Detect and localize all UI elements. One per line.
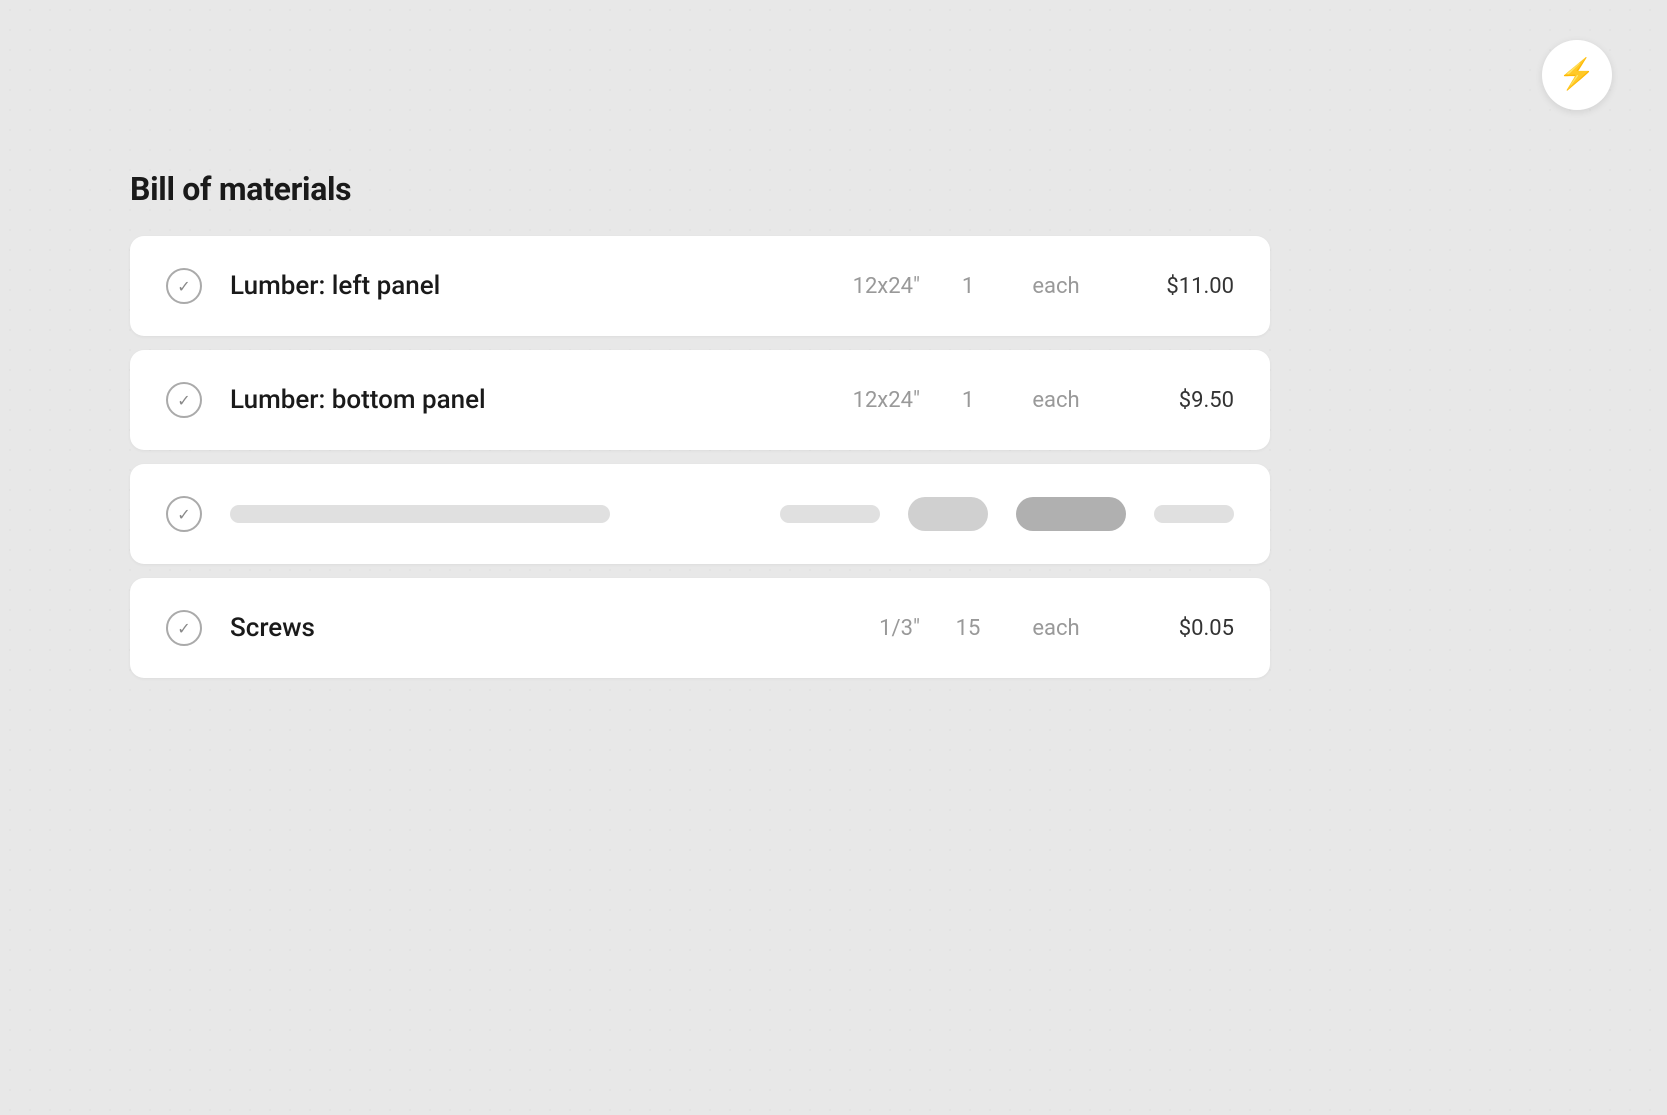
main-container: Bill of materials ✓ Lumber: left panel 1… [130,170,1270,678]
lightning-button[interactable]: ⚡ [1542,40,1612,110]
item-unit-4: each [1016,616,1096,641]
check-icon-4[interactable]: ✓ [166,610,202,646]
skeleton-name [230,505,610,523]
skeleton-content [230,497,1234,531]
table-row: ✓ Lumber: bottom panel 12x24" 1 each $9.… [130,350,1270,450]
item-name-4: Screws [230,613,782,643]
table-row: ✓ Lumber: left panel 12x24" 1 each $11.0… [130,236,1270,336]
item-price-4: $0.05 [1124,616,1234,641]
materials-list: ✓ Lumber: left panel 12x24" 1 each $11.0… [130,236,1270,678]
checkmark-2: ✓ [177,391,190,410]
item-price-1: $11.00 [1124,274,1234,299]
checkmark-1: ✓ [177,277,190,296]
checkmark-4: ✓ [177,619,190,638]
item-size-2: 12x24" [810,388,920,413]
skeleton-unit [1016,497,1126,531]
item-name-2: Lumber: bottom panel [230,385,782,415]
skeleton-qty [908,497,988,531]
item-name-1: Lumber: left panel [230,271,782,301]
table-row: ✓ Screws 1/3" 15 each $0.05 [130,578,1270,678]
check-icon-3[interactable]: ✓ [166,496,202,532]
item-qty-2: 1 [948,388,988,413]
page-title: Bill of materials [130,170,1270,208]
skeleton-price [1154,505,1234,523]
item-unit-2: each [1016,388,1096,413]
check-icon-1[interactable]: ✓ [166,268,202,304]
check-icon-2[interactable]: ✓ [166,382,202,418]
checkmark-3: ✓ [177,505,190,524]
item-qty-1: 1 [948,274,988,299]
item-size-4: 1/3" [810,616,920,641]
lightning-icon: ⚡ [1558,60,1595,90]
skeleton-size [780,505,880,523]
item-unit-1: each [1016,274,1096,299]
item-price-2: $9.50 [1124,388,1234,413]
item-qty-4: 15 [948,616,988,641]
table-row-loading: ✓ [130,464,1270,564]
item-size-1: 12x24" [810,274,920,299]
